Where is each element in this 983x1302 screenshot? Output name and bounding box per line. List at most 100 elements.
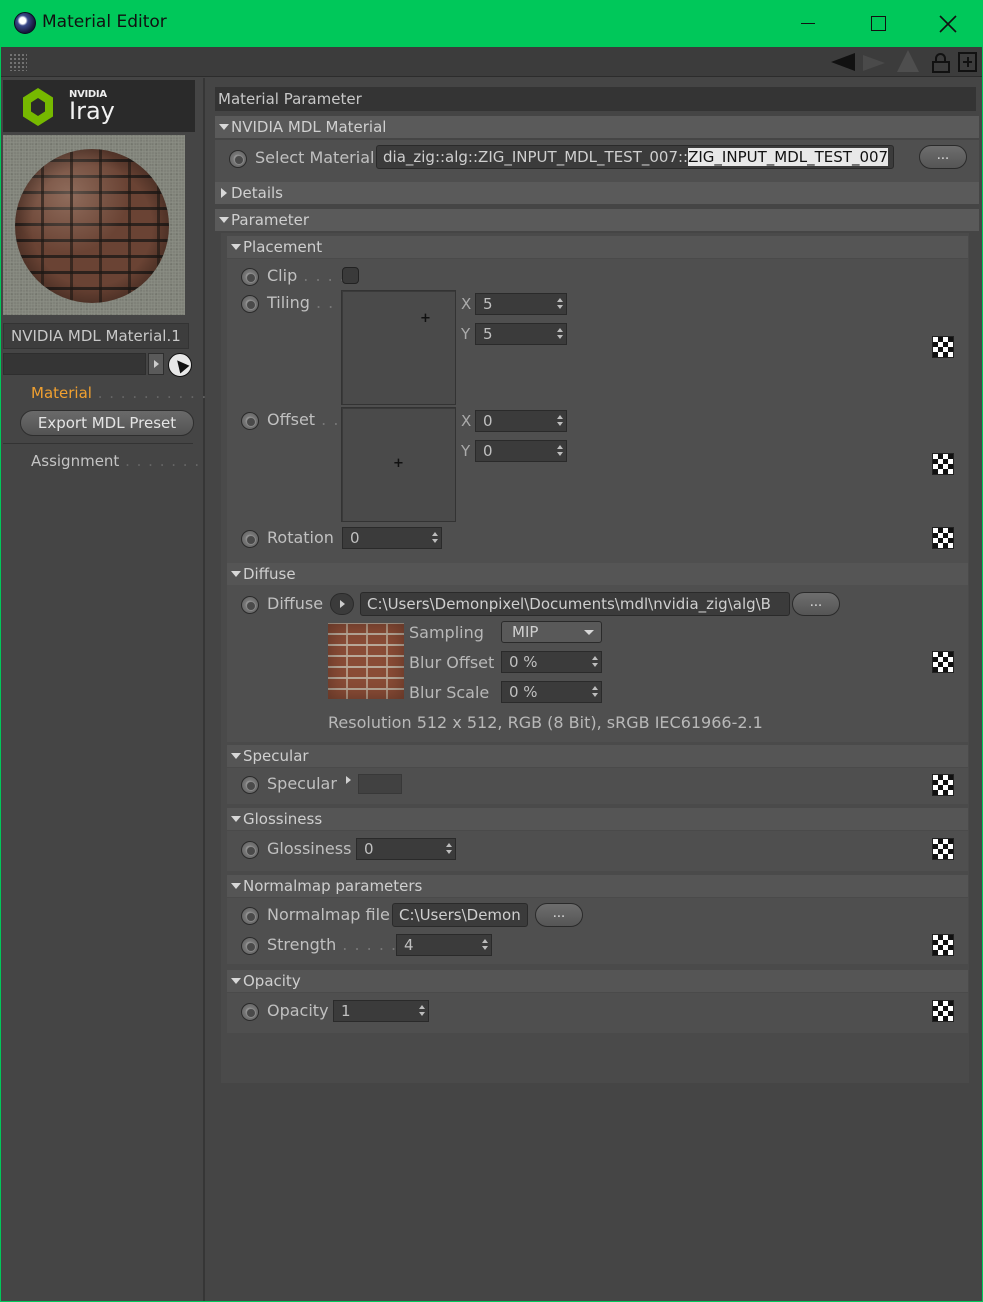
close-button[interactable] xyxy=(913,0,983,47)
tiling-radio[interactable] xyxy=(241,295,259,313)
clip-checkbox[interactable] xyxy=(342,267,359,284)
strength-field[interactable]: 4 xyxy=(396,934,492,956)
blur-scale-field[interactable]: 0 % xyxy=(501,681,602,703)
logo-product: Iray xyxy=(69,97,115,125)
placement-group xyxy=(227,259,968,606)
export-mdl-preset-button[interactable]: Export MDL Preset xyxy=(20,410,194,436)
tiling-y-axis-label: Y xyxy=(461,325,471,343)
offset-y-axis-label: Y xyxy=(461,442,471,460)
select-material-highlight: ZIG_INPUT_MDL_TEST_007 xyxy=(688,148,889,166)
spinner-icon[interactable] xyxy=(557,415,563,427)
maximize-icon xyxy=(870,16,886,31)
offset-x-field[interactable]: 0 xyxy=(475,410,567,432)
specular-radio[interactable] xyxy=(241,776,259,794)
tiling-animate-checker-icon[interactable] xyxy=(932,336,954,358)
glossiness-animate-checker-icon[interactable] xyxy=(932,838,954,860)
offset-vector-pad[interactable]: + xyxy=(341,407,456,522)
diffuse-path-field[interactable]: C:\Users\Demonpixel\Documents\mdl\nvidia… xyxy=(360,592,790,616)
sidebar-item-material[interactable]: Material . . . . . . . . . . xyxy=(31,384,207,402)
rotation-field[interactable]: 0 xyxy=(342,527,442,549)
rotation-animate-checker-icon[interactable] xyxy=(932,527,954,549)
blur-offset-field[interactable]: 0 % xyxy=(501,651,602,673)
nvidia-cube-icon xyxy=(17,86,59,130)
spinner-icon[interactable] xyxy=(432,532,438,544)
opacity-field[interactable]: 1 xyxy=(333,1000,429,1022)
clip-label: Clip . . . . xyxy=(267,266,346,285)
section-opacity[interactable]: Opacity xyxy=(227,970,968,992)
rotation-radio[interactable] xyxy=(241,530,259,548)
clip-radio[interactable] xyxy=(241,268,259,286)
tiling-y-field[interactable]: 5 xyxy=(475,323,567,345)
section-glossiness[interactable]: Glossiness xyxy=(227,808,968,830)
window-title: Material Editor xyxy=(42,12,167,32)
select-material-field[interactable]: dia_zig::alg::ZIG_INPUT_MDL_TEST_007::ZI… xyxy=(376,145,894,169)
spinner-icon[interactable] xyxy=(557,445,563,457)
diffuse-label: Diffuse xyxy=(267,594,324,613)
panel-title: Material Parameter xyxy=(215,87,976,111)
opacity-radio[interactable] xyxy=(241,1003,259,1021)
select-material-browse-button[interactable]: ... xyxy=(919,145,967,169)
diffuse-animate-checker-icon[interactable] xyxy=(932,651,954,673)
normalmap-file-radio[interactable] xyxy=(241,907,259,925)
spinner-icon[interactable] xyxy=(419,1005,425,1017)
back-arrow-icon[interactable] xyxy=(831,53,855,71)
tiling-label: Tiling . . xyxy=(267,293,335,312)
offset-pad-cursor: + xyxy=(393,456,404,471)
sampling-dropdown[interactable]: MIP xyxy=(501,621,602,643)
pick-pointer-icon[interactable] xyxy=(168,353,192,377)
specular-expand-icon[interactable] xyxy=(346,776,351,784)
sidebar-divider xyxy=(3,443,193,444)
arrow-right-icon xyxy=(153,360,159,368)
strength-animate-checker-icon[interactable] xyxy=(932,934,954,956)
select-material-radio[interactable] xyxy=(229,150,247,168)
offset-animate-checker-icon[interactable] xyxy=(932,453,954,475)
material-name[interactable]: NVIDIA MDL Material.1 xyxy=(3,323,189,349)
section-placement[interactable]: Placement xyxy=(227,236,968,258)
section-nvidia-mdl-material[interactable]: NVIDIA MDL Material xyxy=(215,116,979,138)
strength-radio[interactable] xyxy=(241,937,259,955)
normalmap-browse-button[interactable]: ... xyxy=(535,903,583,927)
material-name-arrow-button[interactable] xyxy=(148,353,164,375)
normalmap-file-field[interactable]: C:\Users\Demon xyxy=(392,903,528,927)
diffuse-browse-button[interactable]: ... xyxy=(792,592,840,616)
section-parameter[interactable]: Parameter xyxy=(215,209,979,231)
tiling-vector-pad[interactable]: + xyxy=(341,290,456,405)
minimize-button[interactable] xyxy=(773,0,843,47)
grip-icon[interactable] xyxy=(9,53,27,71)
spinner-icon[interactable] xyxy=(446,843,452,855)
specular-animate-checker-icon[interactable] xyxy=(932,774,954,796)
diffuse-expand-button[interactable] xyxy=(330,593,354,615)
section-normalmap-parameters[interactable]: Normalmap parameters xyxy=(227,875,968,897)
material-sidebar: NVIDIA Iray NVIDIA MDL Material.1 Materi… xyxy=(1,78,207,1301)
specular-color-swatch[interactable] xyxy=(358,774,402,794)
title-bar: Material Editor xyxy=(0,0,983,47)
spinner-icon[interactable] xyxy=(557,298,563,310)
sampling-label: Sampling xyxy=(409,623,484,642)
new-window-icon[interactable] xyxy=(958,52,977,72)
section-details[interactable]: Details xyxy=(215,182,979,204)
opacity-animate-checker-icon[interactable] xyxy=(932,1000,954,1022)
spinner-icon[interactable] xyxy=(482,939,488,951)
spinner-icon[interactable] xyxy=(592,656,598,668)
lock-icon[interactable] xyxy=(932,53,950,73)
offset-label: Offset . . xyxy=(267,410,340,429)
up-arrow-icon[interactable] xyxy=(897,50,919,72)
sidebar-item-assignment[interactable]: Assignment . . . . . . . xyxy=(31,452,200,470)
material-preview[interactable] xyxy=(3,135,185,315)
glossiness-label: Glossiness xyxy=(267,839,352,858)
material-name-input[interactable] xyxy=(3,353,146,375)
spinner-icon[interactable] xyxy=(557,328,563,340)
offset-radio[interactable] xyxy=(241,412,259,430)
glossiness-radio[interactable] xyxy=(241,841,259,859)
spinner-icon[interactable] xyxy=(592,686,598,698)
maximize-button[interactable] xyxy=(843,0,913,47)
offset-y-field[interactable]: 0 xyxy=(475,440,567,462)
glossiness-field[interactable]: 0 xyxy=(356,838,456,860)
section-specular[interactable]: Specular xyxy=(227,745,968,767)
forward-arrow-icon[interactable] xyxy=(863,55,885,71)
diffuse-radio[interactable] xyxy=(241,596,259,614)
specular-label: Specular xyxy=(267,774,337,793)
section-diffuse[interactable]: Diffuse xyxy=(227,563,968,585)
diffuse-texture-thumbnail[interactable] xyxy=(328,623,404,699)
tiling-x-field[interactable]: 5 xyxy=(475,293,567,315)
